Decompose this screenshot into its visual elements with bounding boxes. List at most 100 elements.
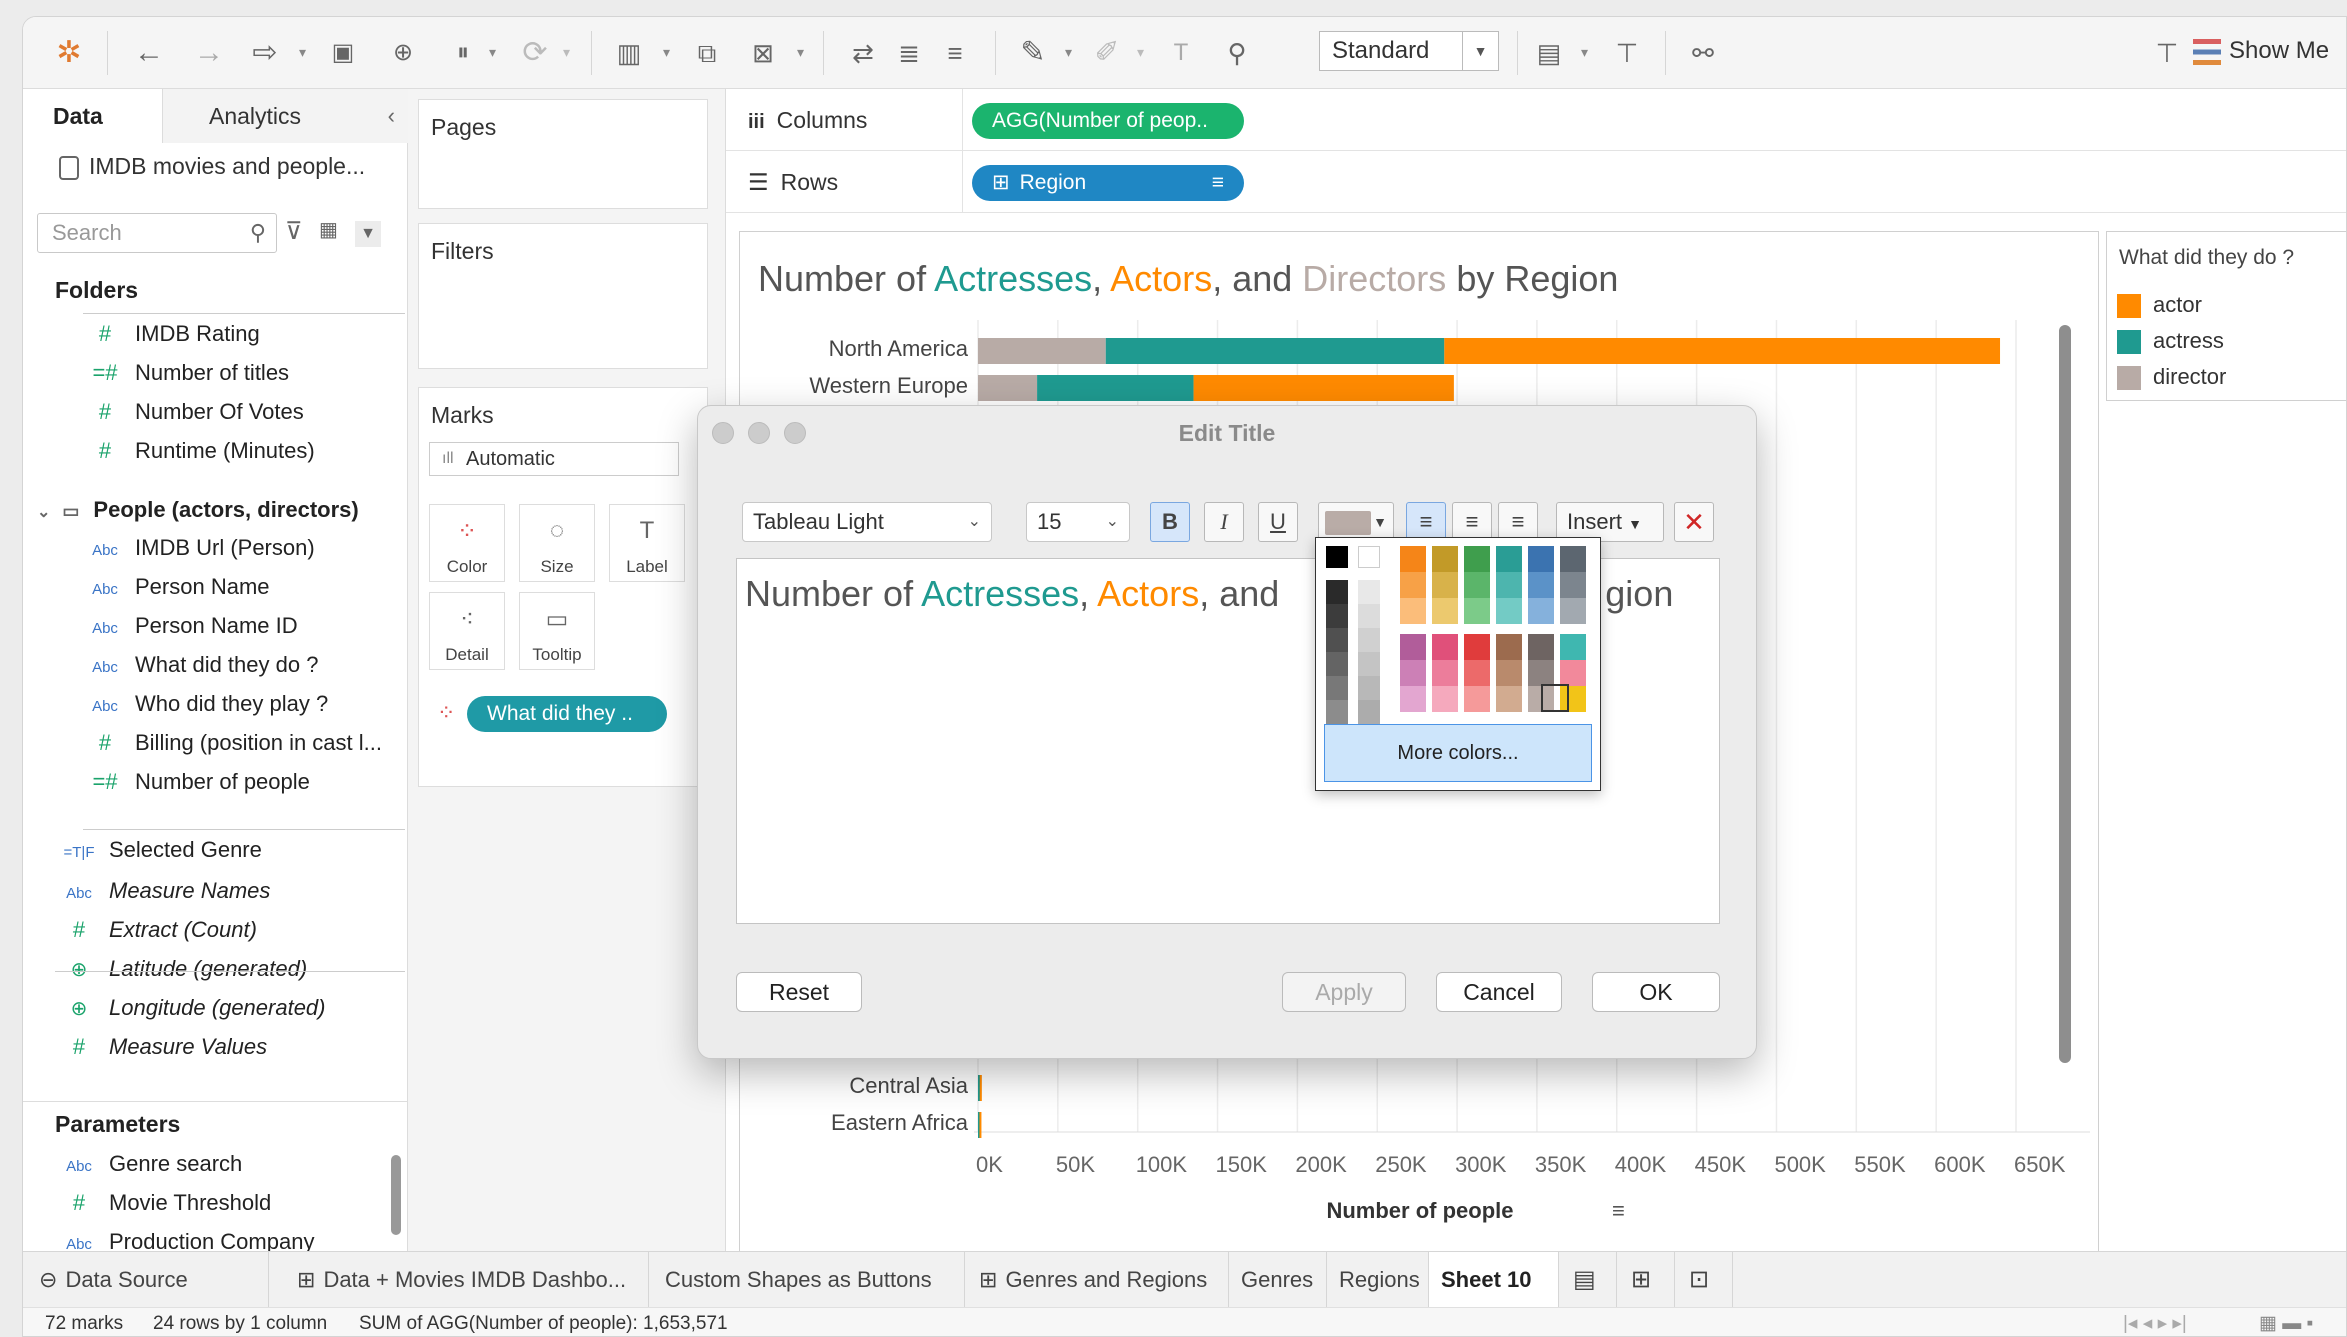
- color-swatch[interactable]: [1326, 676, 1348, 700]
- color-swatch[interactable]: [1528, 546, 1554, 572]
- sort-ascending-icon[interactable]: ≣: [889, 35, 929, 71]
- color-swatch[interactable]: [1358, 604, 1380, 628]
- ok-button[interactable]: OK: [1592, 972, 1720, 1012]
- field-item[interactable]: # Extract (Count): [59, 911, 257, 949]
- color-swatch[interactable]: [1496, 686, 1522, 712]
- new-dashboard-icon[interactable]: ⊞: [1617, 1252, 1675, 1308]
- field-item[interactable]: Abc What did they do ?: [85, 646, 318, 684]
- filter-icon[interactable]: ⊽: [285, 217, 303, 246]
- field-item[interactable]: # Billing (position in cast l...: [85, 724, 382, 762]
- color-swatch[interactable]: [1326, 580, 1348, 604]
- clear-format-icon[interactable]: ✕: [1674, 502, 1714, 542]
- tab-regions[interactable]: Regions: [1327, 1252, 1429, 1308]
- legend-item-director[interactable]: director: [2117, 364, 2226, 391]
- color-swatch[interactable]: [1496, 660, 1522, 686]
- tab-data[interactable]: Data: [23, 89, 163, 143]
- field-item[interactable]: =# Number of titles: [85, 354, 289, 392]
- pause-updates-icon[interactable]: ⏸: [443, 35, 483, 71]
- swap-rows-columns-icon[interactable]: ⇄: [843, 35, 883, 71]
- legend-item-actor[interactable]: actor: [2117, 292, 2202, 319]
- columns-pill[interactable]: AGG(Number of peop..: [972, 103, 1244, 139]
- tab-genres[interactable]: Genres: [1229, 1252, 1327, 1308]
- detail-button[interactable]: ⁖ Detail: [429, 592, 505, 670]
- format-painter-icon[interactable]: ⊤: [2147, 35, 2187, 71]
- label-button[interactable]: T Label: [609, 504, 685, 582]
- clear-dropdown-icon[interactable]: ▾: [797, 44, 804, 61]
- reset-button[interactable]: Reset: [736, 972, 862, 1012]
- color-swatch[interactable]: [1400, 572, 1426, 598]
- color-swatch[interactable]: [1400, 598, 1426, 624]
- color-swatch[interactable]: [1560, 546, 1586, 572]
- tooltip-button[interactable]: ▭ Tooltip: [519, 592, 595, 670]
- duplicate-sheet-icon[interactable]: ⧉: [687, 35, 727, 71]
- underline-button[interactable]: U: [1258, 502, 1298, 542]
- color-swatch[interactable]: [1432, 660, 1458, 686]
- pages-card[interactable]: Pages: [418, 99, 708, 209]
- save-icon[interactable]: ▣: [323, 35, 363, 71]
- color-swatch[interactable]: [1358, 628, 1380, 652]
- color-swatch[interactable]: [1528, 660, 1554, 686]
- new-story-icon[interactable]: ⊡: [1675, 1252, 1733, 1308]
- legend-item-actress[interactable]: actress: [2117, 328, 2224, 355]
- redo-icon[interactable]: →: [189, 35, 229, 71]
- font-select[interactable]: Tableau Light ⌄: [742, 502, 992, 542]
- color-swatch[interactable]: [1464, 660, 1490, 686]
- color-swatch[interactable]: [1464, 634, 1490, 660]
- list-view-icon[interactable]: ▦: [319, 217, 338, 242]
- highlight-dropdown-icon[interactable]: ▾: [1065, 44, 1072, 61]
- presentation-mode-icon[interactable]: ⊤: [1607, 35, 1647, 71]
- color-swatch[interactable]: [1358, 652, 1380, 676]
- parameter-item[interactable]: # Movie Threshold: [59, 1184, 271, 1222]
- new-worksheet-dropdown-icon[interactable]: ▾: [663, 44, 670, 61]
- sheet-navigation-icon[interactable]: |◂ ◂ ▸ ▸|: [2123, 1308, 2187, 1336]
- field-item[interactable]: ⊕ Latitude (generated): [59, 950, 308, 988]
- group-members-icon[interactable]: ✐: [1087, 35, 1127, 71]
- replay-icon[interactable]: ⇨: [245, 35, 285, 71]
- color-swatch[interactable]: [1358, 676, 1380, 700]
- field-item[interactable]: Abc Person Name ID: [85, 607, 298, 645]
- color-swatch[interactable]: [1496, 634, 1522, 660]
- color-swatch[interactable]: [1464, 546, 1490, 572]
- color-swatch[interactable]: [1326, 628, 1348, 652]
- bold-button[interactable]: B: [1150, 502, 1190, 542]
- field-item[interactable]: # Measure Values: [59, 1028, 267, 1066]
- align-center-icon[interactable]: ≡: [1452, 502, 1492, 542]
- field-item[interactable]: Abc Measure Names: [59, 872, 270, 910]
- color-swatch[interactable]: [1400, 634, 1426, 660]
- color-swatch[interactable]: [1432, 598, 1458, 624]
- color-swatch[interactable]: [1464, 686, 1490, 712]
- color-button[interactable]: ⁘ Color: [429, 504, 505, 582]
- align-right-icon[interactable]: ≡: [1498, 502, 1538, 542]
- field-item[interactable]: # Runtime (Minutes): [85, 432, 315, 470]
- refresh-dropdown-icon[interactable]: ▾: [563, 44, 570, 61]
- color-swatch[interactable]: [1326, 652, 1348, 676]
- tab-data-source[interactable]: ⊖ Data Source: [23, 1252, 269, 1308]
- color-swatch[interactable]: [1358, 546, 1380, 568]
- datasource-item[interactable]: IMDB movies and people...: [59, 153, 365, 180]
- color-swatch[interactable]: [1560, 634, 1586, 660]
- color-swatch[interactable]: [1326, 700, 1348, 724]
- color-swatch[interactable]: [1464, 572, 1490, 598]
- size-button[interactable]: ◌ Size: [519, 504, 595, 582]
- refresh-icon[interactable]: ⟳: [515, 35, 555, 71]
- undo-icon[interactable]: ←: [129, 35, 169, 71]
- color-field-pill[interactable]: What did they ..: [467, 696, 667, 732]
- color-swatch[interactable]: [1528, 572, 1554, 598]
- color-swatch[interactable]: [1358, 580, 1380, 604]
- tableau-logo-icon[interactable]: ✲: [49, 35, 89, 71]
- align-left-icon[interactable]: ≡: [1406, 502, 1446, 542]
- apply-button[interactable]: Apply: [1282, 972, 1406, 1012]
- pause-dropdown-icon[interactable]: ▾: [489, 44, 496, 61]
- tab-genres-regions[interactable]: ⊞ Genres and Regions: [965, 1252, 1229, 1308]
- new-datasource-icon[interactable]: ⊕: [383, 35, 423, 71]
- new-worksheet-icon[interactable]: ▥: [609, 35, 649, 71]
- field-item[interactable]: # Number Of Votes: [85, 393, 304, 431]
- tab-analytics[interactable]: Analytics: [163, 89, 408, 143]
- highlight-icon[interactable]: ✎: [1013, 35, 1053, 71]
- people-folder[interactable]: ⌄ ▭ People (actors, directors): [37, 491, 359, 529]
- field-item[interactable]: Abc Who did they play ?: [85, 685, 328, 723]
- color-swatch[interactable]: [1432, 686, 1458, 712]
- color-swatch[interactable]: [1400, 686, 1426, 712]
- field-item[interactable]: =# Number of people: [85, 763, 309, 801]
- color-swatch[interactable]: [1432, 572, 1458, 598]
